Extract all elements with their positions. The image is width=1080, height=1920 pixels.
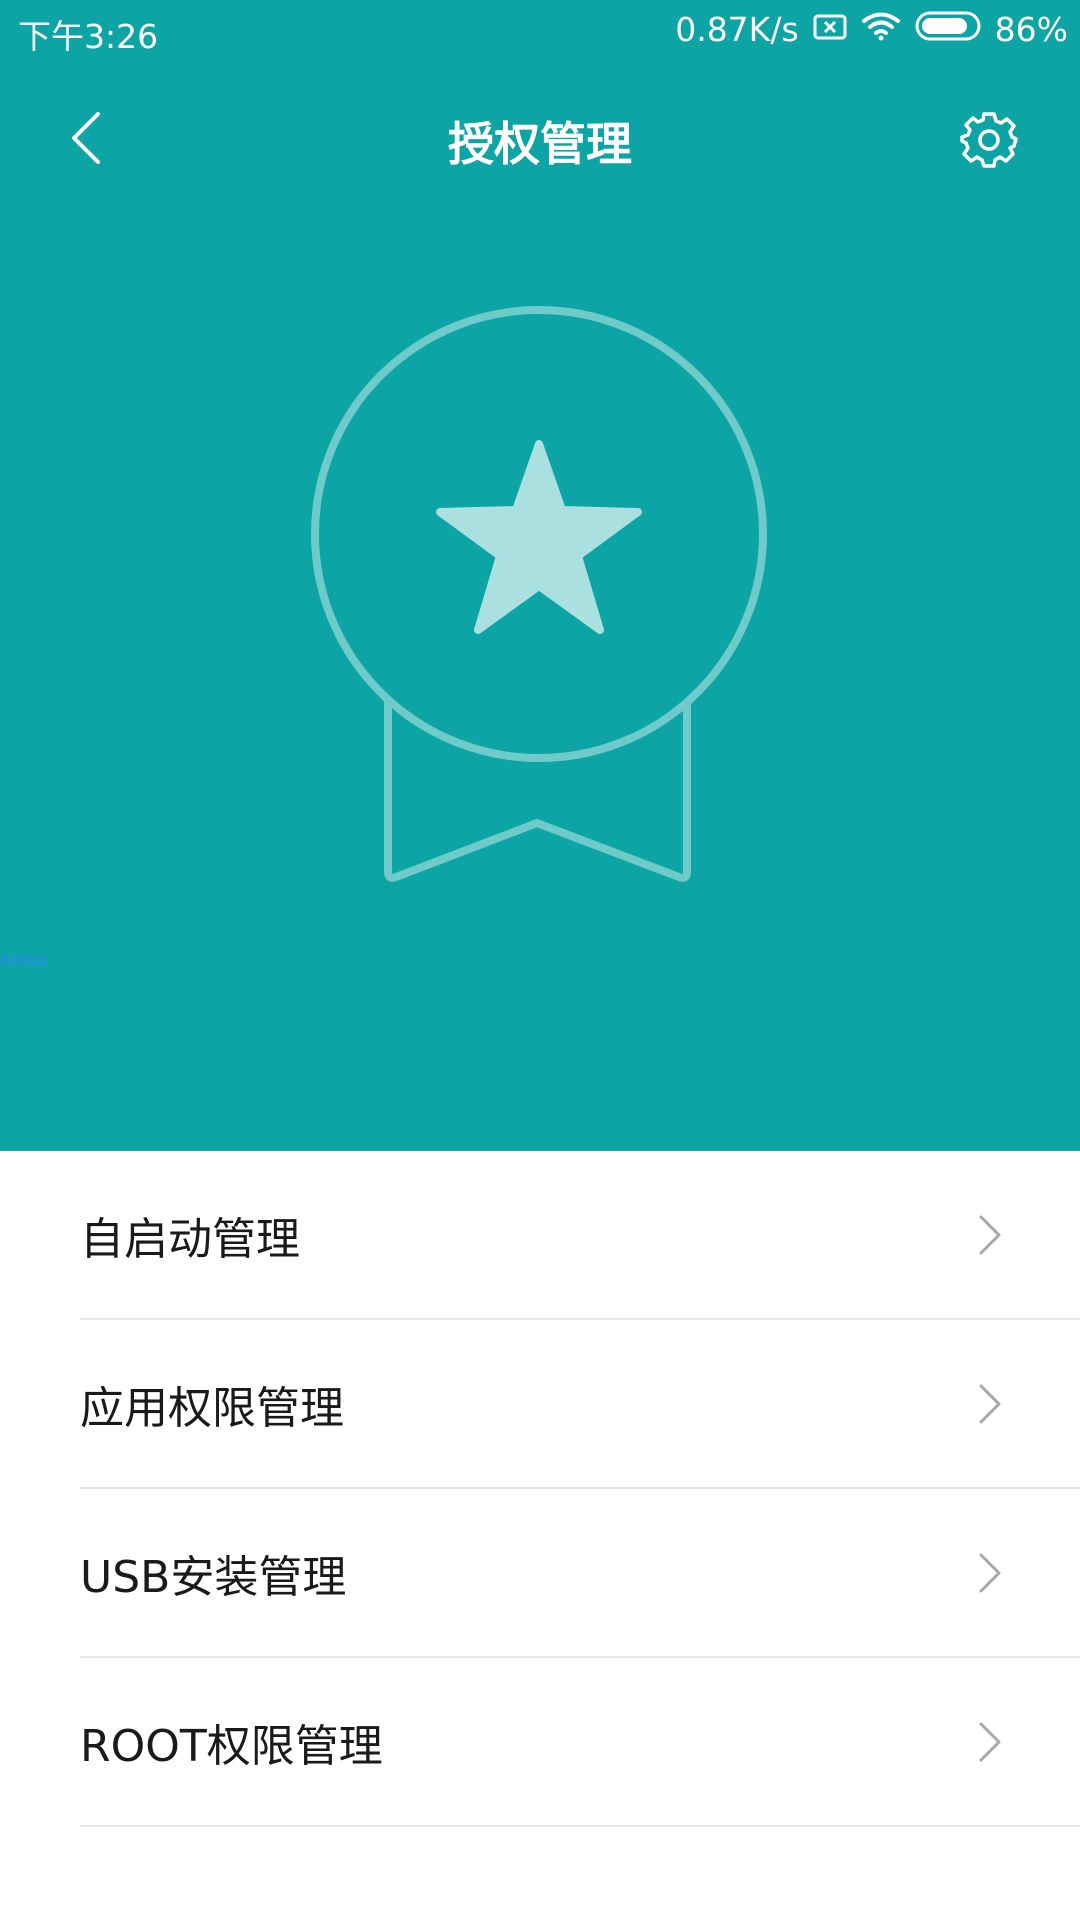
list-item-usb-install[interactable]: USB安装管理 xyxy=(80,1489,1080,1658)
list-item-label: 应用权限管理 xyxy=(80,1383,344,1434)
chevron-right-icon xyxy=(979,1215,1001,1255)
sim-x-icon xyxy=(813,10,847,49)
battery-icon xyxy=(915,10,981,49)
gear-icon xyxy=(960,112,1018,168)
title-bar: 授权管理 xyxy=(0,88,1080,188)
list-item-label: USB安装管理 xyxy=(80,1552,347,1603)
watermark-text: 玩机社区 xyxy=(0,954,49,968)
battery-percent: 86% xyxy=(994,10,1068,49)
status-indicators: 0.87K/s 86% xyxy=(661,10,1068,49)
status-bar: 下午3:26 0.87K/s 86% xyxy=(0,0,1080,62)
chevron-right-icon xyxy=(979,1722,1001,1762)
network-speed: 0.87K/s xyxy=(675,10,799,49)
chevron-right-icon xyxy=(979,1553,1001,1593)
wifi-icon xyxy=(861,10,901,49)
list-item-app-permissions[interactable]: 应用权限管理 xyxy=(80,1320,1080,1489)
settings-button[interactable] xyxy=(960,110,1018,168)
settings-list: 自启动管理 应用权限管理 USB安装管理 ROOT权限管理 xyxy=(0,1151,1080,1827)
page-title: 授权管理 xyxy=(448,117,632,171)
list-item-label: ROOT权限管理 xyxy=(80,1721,383,1772)
list-item-label: 自启动管理 xyxy=(80,1214,300,1265)
status-time: 下午3:26 xyxy=(18,17,159,56)
chevron-right-icon xyxy=(979,1384,1001,1424)
list-item-root-permissions[interactable]: ROOT权限管理 xyxy=(80,1658,1080,1827)
list-item-autostart[interactable]: 自启动管理 xyxy=(80,1151,1080,1320)
medal-star-icon xyxy=(308,300,772,890)
